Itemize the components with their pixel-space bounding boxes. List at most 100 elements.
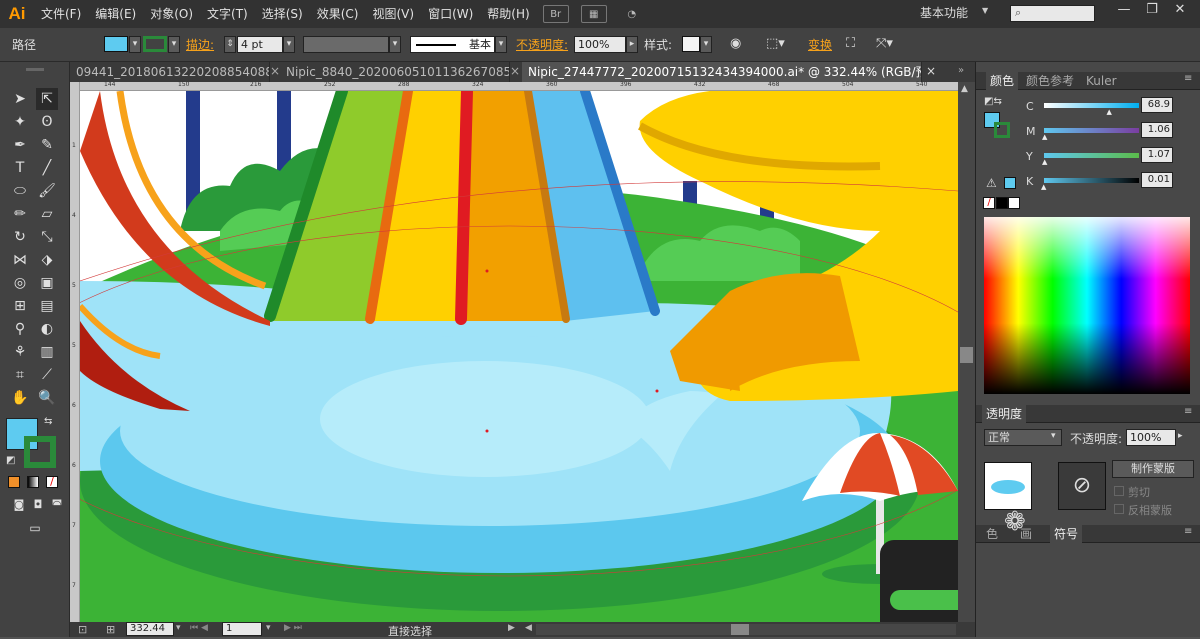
ellipse-tool-icon[interactable]: ⬭ [9,180,31,202]
stroke-weight-stepper[interactable]: ⇕ [224,36,236,53]
graphic-style-swatch[interactable] [682,36,700,52]
stroke-weight-dropdown-icon[interactable]: ▾ [283,36,295,53]
toolbox-stroke-swatch[interactable] [24,436,56,468]
pencil-tool-icon[interactable]: ✏ [9,203,31,225]
slider-thumb[interactable]: ▲ [1042,158,1047,166]
eraser-tool-icon[interactable]: ▱ [36,203,58,225]
artboard-tool-icon[interactable]: ⌗ [9,364,31,386]
status-menu-icon[interactable]: ▶ [508,623,515,633]
scroll-thumb[interactable] [960,347,973,363]
shape-builder-tool-icon[interactable]: ◎ [9,272,31,294]
tab-close-icon[interactable]: × [926,64,936,78]
lasso-tool-icon[interactable]: ʘ [36,111,58,133]
white-swatch[interactable] [1008,197,1020,209]
free-transform-tool-icon[interactable]: ⬗ [36,249,58,271]
close-button[interactable]: ✕ [1166,2,1194,20]
swap-fill-stroke-icon[interactable]: ⇆ [44,416,52,427]
fill-dropdown-icon[interactable]: ▾ [129,36,141,53]
slider-thumb[interactable]: ▲ [1041,183,1046,191]
recolor-artwork-icon[interactable]: ◉ [730,36,741,51]
brush-definition[interactable]: 基本 [410,36,495,53]
scroll-left-icon[interactable]: ◀ [525,623,532,633]
blend-mode-dropdown-icon[interactable]: ▾ [1051,431,1056,441]
make-mask-button[interactable]: 制作蒙版 [1112,460,1194,478]
screen-mode-icon[interactable]: ▭ [24,517,46,539]
document-tab-active[interactable]: Nipic_27447772_20200715132434394000.ai* … [522,62,922,82]
panel-menu-icon[interactable]: ≡ [1184,406,1192,417]
tab-close-icon[interactable]: × [270,64,280,78]
panel-menu-icon[interactable]: ≡ [1184,526,1192,537]
default-fill-stroke-icon[interactable]: ◩ [6,455,15,466]
channel-value-input[interactable]: 68.9 [1141,97,1173,113]
symbol-sprayer-tool-icon[interactable]: ⚘ [9,341,31,363]
tab-close-icon[interactable]: × [510,64,520,78]
artboard-number-input[interactable]: 1 [222,622,262,636]
tab-symbols[interactable]: 符号 [1050,525,1083,543]
fill-swatch[interactable] [104,36,128,52]
gradient-mode-icon[interactable] [27,476,39,488]
water-park-illustration[interactable]: E jingy [80,91,958,622]
color-panel-stroke-swatch[interactable] [994,122,1010,138]
first-artboard-icon[interactable]: ⏮ ◀ [190,623,208,633]
stroke-panel-link[interactable]: 描边: [186,36,214,53]
menu-effect[interactable]: 效果(C) [310,0,366,28]
channel-value-input[interactable]: 1.07 [1141,147,1173,163]
live-paint-tool-icon[interactable]: ▣ [36,272,58,294]
pen-tool-icon[interactable]: ✒ [9,134,31,156]
rotate-tool-icon[interactable]: ↻ [9,226,31,248]
hand-tool-icon[interactable]: ✋ [9,387,31,409]
no-mask-icon[interactable]: ⊘ [1058,462,1106,510]
tab-swatches[interactable]: 色 [982,525,1002,543]
menu-edit[interactable]: 编辑(E) [88,0,143,28]
maximize-button[interactable]: ❐ [1138,2,1166,20]
h-scroll-thumb[interactable] [731,624,749,635]
eyedropper-tool-icon[interactable]: ⚲ [9,318,31,340]
zoom-level-input[interactable]: 332.44 [126,622,174,636]
clip-checkbox[interactable] [1114,486,1124,496]
mesh-tool-icon[interactable]: ▤ [36,295,58,317]
curvature-tool-icon[interactable]: ✎ [36,134,58,156]
artboard-dropdown-icon[interactable]: ▾ [266,623,271,633]
artboard-canvas[interactable]: E jingy [80,91,958,622]
gpu-performance-icon[interactable]: ◔ [619,5,645,23]
vertical-scrollbar[interactable]: ▲ [958,82,975,622]
tab-color-guide[interactable]: 颜色参考 [1022,72,1078,90]
zoom-tool-icon[interactable]: 🔍 [36,387,58,409]
direct-selection-tool-icon[interactable]: ⇱ [36,88,58,110]
tab-transparency[interactable]: 透明度 [982,405,1027,423]
menu-help[interactable]: 帮助(H) [480,0,536,28]
black-swatch[interactable] [996,197,1008,209]
perspective-grid-tool-icon[interactable]: ⊞ [9,295,31,317]
opacity-slider-icon[interactable]: ▸ [1178,431,1183,441]
bridge-icon[interactable]: Br [542,5,569,23]
magic-wand-tool-icon[interactable]: ✦ [9,111,31,133]
channel-value-input[interactable]: 1.06 [1141,122,1173,138]
help-search-input[interactable]: ⌕ [1010,5,1095,22]
brush-dropdown-icon[interactable]: ▾ [495,36,507,53]
next-artboard-icon[interactable]: ▶ ⏭ [284,623,302,633]
selection-tool-icon[interactable]: ➤ [9,88,31,110]
scale-tool-icon[interactable]: ⤡ [36,226,58,248]
slider-thumb[interactable]: ▲ [1042,133,1047,141]
tab-color[interactable]: 颜色 [986,72,1019,90]
envelope-icon[interactable]: ⤧▾ [876,36,893,51]
column-graph-tool-icon[interactable]: ▥ [36,341,58,363]
none-mode-icon[interactable]: / [46,476,58,488]
opacity-panel-link[interactable]: 不透明度: [516,36,568,53]
width-tool-icon[interactable]: ⋈ [9,249,31,271]
arrange-documents-icon[interactable]: ▦ [580,5,607,23]
type-tool-icon[interactable]: T [9,157,31,179]
workspace-dropdown-icon[interactable]: ▼ [982,6,988,15]
invert-mask-checkbox[interactable] [1114,504,1124,514]
profile-dropdown-icon[interactable]: ▾ [389,36,401,53]
stroke-swatch[interactable] [143,36,167,52]
menu-view[interactable]: 视图(V) [365,0,421,28]
stroke-weight-input[interactable]: 4 pt [237,36,283,53]
none-swatch[interactable]: / [983,197,995,209]
style-dropdown-icon[interactable]: ▾ [700,36,712,53]
channel-value-input[interactable]: 0.01 [1141,172,1173,188]
default-colors-icon[interactable]: ◩⇆ [984,96,1002,107]
align-to-icon[interactable]: ⬚▾ [766,36,785,51]
blend-tool-icon[interactable]: ◐ [36,318,58,340]
cyan-slider[interactable]: C ▲ 68.9 [1026,97,1196,116]
